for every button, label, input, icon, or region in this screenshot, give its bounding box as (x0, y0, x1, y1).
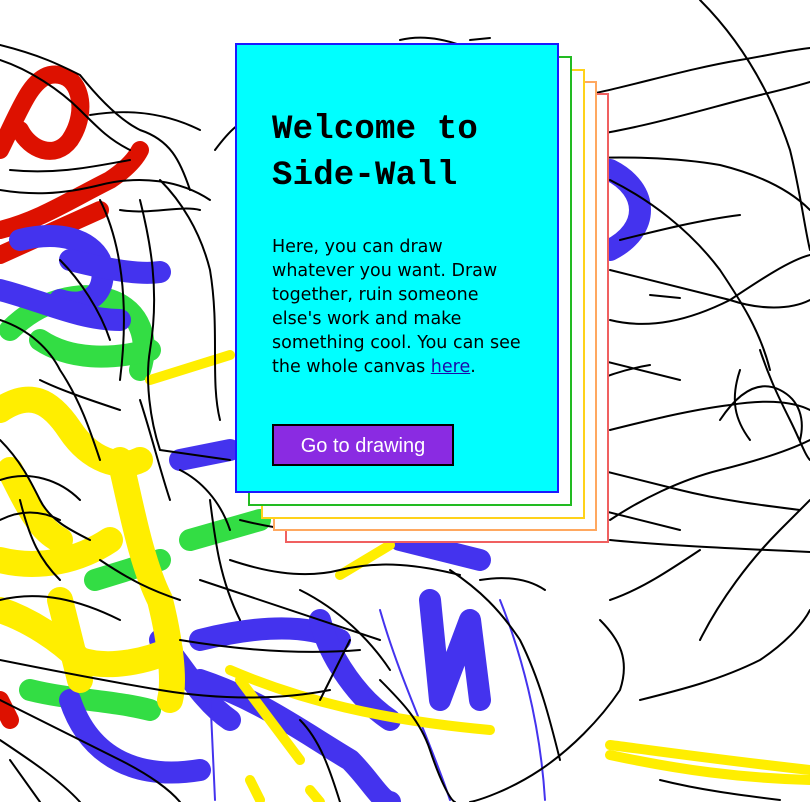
canvas-link[interactable]: here (431, 357, 470, 377)
go-to-drawing-button[interactable]: Go to drawing (272, 424, 454, 466)
welcome-description: Here, you can draw whatever you want. Dr… (272, 235, 523, 379)
welcome-title-line1: Welcome to (272, 111, 479, 149)
welcome-card: Welcome to Side-Wall Here, you can draw … (235, 43, 559, 493)
welcome-title-line2: Side-Wall (272, 157, 458, 195)
welcome-description-text: Here, you can draw whatever you want. Dr… (272, 237, 521, 377)
welcome-description-end: . (470, 357, 476, 377)
yellow-strokes (0, 386, 185, 713)
welcome-title: Welcome to Side-Wall (272, 107, 523, 199)
